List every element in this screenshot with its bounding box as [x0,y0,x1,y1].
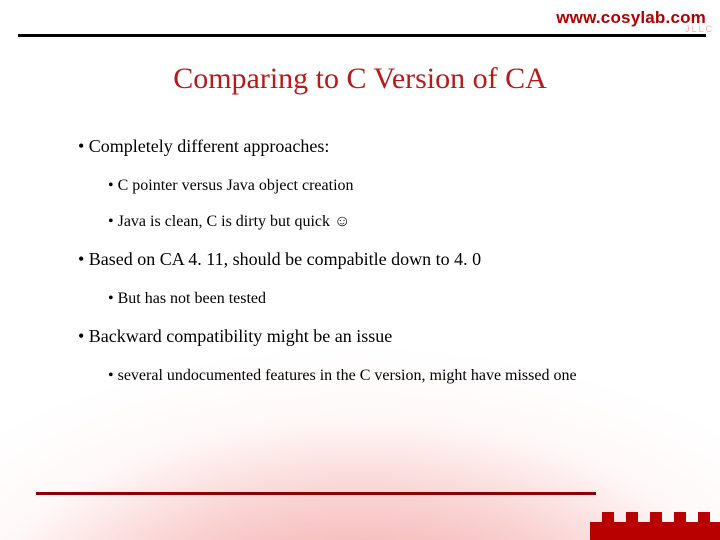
bottom-rule [36,492,596,495]
slide-body: • Completely different approaches: • C p… [78,136,678,403]
bullet-l2: • several undocumented features in the C… [108,367,678,385]
bullet-l2: • Java is clean, C is dirty but quick ☺ [108,213,678,231]
bullet-l1: • Based on CA 4. 11, should be compabitl… [78,249,678,270]
slide-title: Comparing to C Version of CA [0,62,720,96]
bullet-l2: • But has not been tested [108,290,678,308]
castle-icon [590,494,720,540]
slide: www.cosylab.com JLLC Comparing to C Vers… [0,0,720,540]
bullet-l2: • C pointer versus Java object creation [108,177,678,195]
header-code: JLLC [685,24,714,34]
bullet-l1: • Completely different approaches: [78,136,678,157]
bullet-l1: • Backward compatibility might be an iss… [78,326,678,347]
site-url: www.cosylab.com [556,8,706,28]
top-rule [18,34,706,37]
